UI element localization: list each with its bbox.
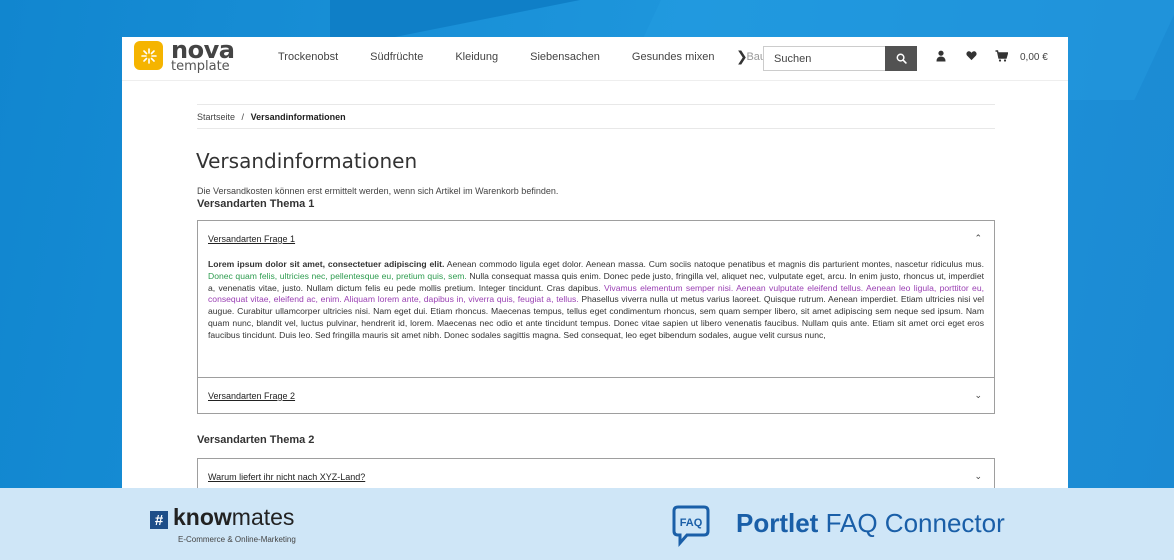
chevron-down-icon[interactable]: ⌄ bbox=[974, 390, 982, 401]
faq-question-header[interactable]: Versandarten Frage 1 ⌃ bbox=[198, 221, 994, 256]
product-title: Portlet FAQ Connector bbox=[736, 508, 1005, 539]
user-icon[interactable] bbox=[936, 50, 946, 62]
faq-bubble-icon: FAQ bbox=[672, 505, 710, 547]
divider bbox=[197, 104, 995, 105]
heart-icon[interactable] bbox=[966, 50, 977, 61]
search-button[interactable] bbox=[885, 46, 917, 71]
faq-answer: Lorem ipsum dolor sit amet, consectetuer… bbox=[208, 259, 984, 342]
breadcrumb-home[interactable]: Startseite bbox=[197, 112, 235, 122]
chevron-down-icon[interactable]: ⌄ bbox=[974, 471, 982, 482]
sparkle-icon bbox=[140, 47, 157, 64]
faq-question[interactable]: Warum liefert ihr nicht nach XYZ-Land? bbox=[208, 472, 365, 482]
faq-question[interactable]: Versandarten Frage 2 bbox=[208, 391, 295, 401]
brand-light: mates bbox=[231, 504, 295, 530]
faq-item-expanded: Versandarten Frage 1 ⌃ Lorem ipsum dolor… bbox=[197, 220, 995, 378]
cart-total[interactable]: 0,00 € bbox=[1020, 52, 1048, 63]
section-title: Versandarten Thema 1 bbox=[197, 198, 315, 210]
answer-bold: Lorem ipsum dolor sit amet, consectetuer… bbox=[208, 259, 445, 269]
divider bbox=[197, 128, 995, 129]
breadcrumb: Startseite / Versandinformationen bbox=[197, 112, 346, 122]
site-header: nova template Trockenobst Südfrüchte Kle… bbox=[122, 37, 1068, 81]
nav-item-gesundes-mixen[interactable]: Gesundes mixen bbox=[632, 51, 715, 63]
cart-icon[interactable] bbox=[995, 50, 1008, 62]
browser-window: nova template Trockenobst Südfrüchte Kle… bbox=[122, 37, 1068, 488]
logo-icon[interactable] bbox=[134, 41, 163, 70]
logo-subname[interactable]: template bbox=[171, 59, 230, 75]
page-title: Versandinformationen bbox=[196, 149, 418, 173]
search-icon bbox=[896, 53, 907, 64]
intro-text: Die Versandkosten können erst ermittelt … bbox=[197, 186, 559, 196]
faq-question[interactable]: Versandarten Frage 1 bbox=[208, 234, 295, 244]
faq-question-header[interactable]: Warum liefert ihr nicht nach XYZ-Land? ⌄ bbox=[198, 459, 994, 488]
brand-bold: know bbox=[173, 504, 232, 530]
nav-item-trockenobst[interactable]: Trockenobst bbox=[278, 51, 338, 63]
breadcrumb-separator: / bbox=[241, 112, 245, 122]
product-title-bold: Portlet bbox=[736, 508, 819, 538]
faq-badge-label: FAQ bbox=[680, 517, 703, 529]
faq-question-header[interactable]: Versandarten Frage 2 ⌄ bbox=[198, 378, 994, 413]
faq-item[interactable]: Warum liefert ihr nicht nach XYZ-Land? ⌄ bbox=[197, 458, 995, 488]
search-input[interactable] bbox=[763, 46, 885, 71]
faq-item[interactable]: Versandarten Frage 2 ⌄ bbox=[197, 377, 995, 414]
section-title: Versandarten Thema 2 bbox=[197, 434, 315, 446]
knowmates-logo-text: knowmates bbox=[173, 504, 294, 531]
breadcrumb-current: Versandinformationen bbox=[250, 112, 346, 122]
product-title-rest: FAQ Connector bbox=[818, 508, 1005, 538]
nav-item-siebensachen[interactable]: Siebensachen bbox=[530, 51, 600, 63]
answer-green-text: Donec quam felis, ultricies nec, pellent… bbox=[208, 270, 467, 281]
knowmates-logo-icon: # bbox=[150, 511, 168, 529]
nav-scroll-right-icon[interactable]: ❯ bbox=[736, 48, 748, 65]
chevron-up-icon[interactable]: ⌃ bbox=[974, 233, 982, 244]
nav-item-suedfruechte[interactable]: Südfrüchte bbox=[370, 51, 423, 63]
answer-text: Aenean commodo ligula eget dolor. Aenean… bbox=[444, 259, 984, 269]
knowmates-tagline: E-Commerce & Online-Marketing bbox=[178, 535, 296, 544]
nav-item-kleidung[interactable]: Kleidung bbox=[455, 51, 498, 63]
